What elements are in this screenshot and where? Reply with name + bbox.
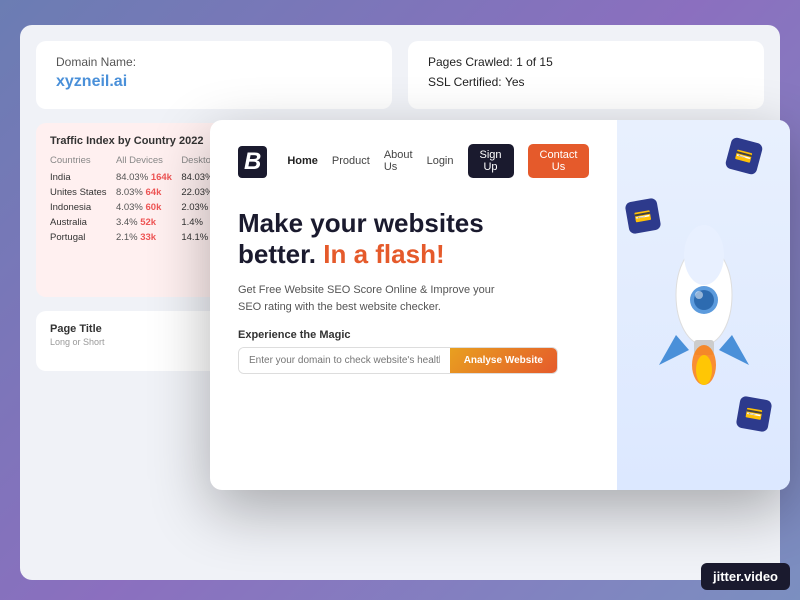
watermark: jitter.video <box>701 563 790 590</box>
ssl-value: Yes <box>505 75 525 89</box>
traffic-table-row: Indonesia 4.03% 60k 2.03% <box>50 200 222 215</box>
brand-logo: B <box>238 144 267 178</box>
traffic-country: Australia <box>50 215 116 230</box>
search-bar: Analyse Website <box>238 347 558 374</box>
modal-right-panel: 💳 💳 💳 <box>617 120 790 490</box>
traffic-table-row: India 84.03% 164k 84.03% <box>50 170 222 185</box>
traffic-all-devices: 2.1% 33k <box>116 230 181 245</box>
modal-overlay: B Home Product About Us Login Sign Up Co… <box>210 120 790 490</box>
nav-links: Home Product About Us Login Sign Up Cont… <box>287 144 589 178</box>
traffic-country: India <box>50 170 116 185</box>
traffic-all-devices: 3.4% 52k <box>116 215 181 230</box>
traffic-table-row: Australia 3.4% 52k 1.4% <box>50 215 222 230</box>
floating-icon-2: 💳 <box>625 197 662 234</box>
domain-info-card: Domain Name: xyzneil.ai <box>36 41 392 109</box>
nav-about[interactable]: About Us <box>384 149 413 173</box>
modal-description: Get Free Website SEO Score Online & Impr… <box>238 282 518 315</box>
modal-hero: Make your websites better. In a flash! <box>238 208 589 270</box>
pages-crawled-row: Pages Crawled: 1 of 15 <box>428 55 744 69</box>
traffic-table: Countries All Devices Desktop India 84.0… <box>50 155 222 245</box>
domain-value[interactable]: xyzneil.ai <box>56 73 127 90</box>
pages-crawled-value: 1 of 15 <box>516 55 553 69</box>
crawl-info-card: Pages Crawled: 1 of 15 SSL Certified: Ye… <box>408 41 764 109</box>
rocket-illustration <box>639 205 769 405</box>
traffic-all-devices: 84.03% 164k <box>116 170 181 185</box>
traffic-all-devices: 4.03% 60k <box>116 200 181 215</box>
traffic-all-devices: 8.03% 64k <box>116 185 181 200</box>
nav-home[interactable]: Home <box>287 155 318 167</box>
ssl-row: SSL Certified: Yes <box>428 75 744 89</box>
floating-icon-1: 💳 <box>724 136 763 175</box>
domain-label: Domain Name: <box>56 55 372 69</box>
traffic-table-row: Portugal 2.1% 33k 14.1% <box>50 230 222 245</box>
ssl-label: SSL Certified: <box>428 75 502 89</box>
traffic-index-card: Traffic Index by Country 2022 Countries … <box>36 123 236 297</box>
hero-highlight: In a flash! <box>316 239 445 269</box>
nav-login[interactable]: Login <box>427 155 454 167</box>
traffic-country: Portugal <box>50 230 116 245</box>
traffic-country: Unites States <box>50 185 116 200</box>
brand-letter: B <box>238 146 267 178</box>
experience-label: Experience the Magic <box>238 329 589 341</box>
watermark-text: jitter.video <box>713 569 778 584</box>
nav-contact-button[interactable]: Contact Us <box>528 144 590 178</box>
domain-input[interactable] <box>239 348 450 373</box>
hero-line1: Make your websites better. In a flash! <box>238 208 589 270</box>
hero-line2: better. <box>238 239 316 269</box>
col-all-devices: All Devices <box>116 155 181 170</box>
pages-crawled-label: Pages Crawled: <box>428 55 513 69</box>
nav-signup-button[interactable]: Sign Up <box>468 144 514 178</box>
dashboard-top-row: Domain Name: xyzneil.ai Pages Crawled: 1… <box>36 41 764 109</box>
traffic-country: Indonesia <box>50 200 116 215</box>
nav-product[interactable]: Product <box>332 155 370 167</box>
col-countries: Countries <box>50 155 116 170</box>
traffic-table-row: Unites States 8.03% 64k 22.03% <box>50 185 222 200</box>
modal-nav: B Home Product About Us Login Sign Up Co… <box>238 144 589 178</box>
floating-icon-3: 💳 <box>735 395 772 432</box>
traffic-title: Traffic Index by Country 2022 <box>50 135 222 147</box>
analyse-button[interactable]: Analyse Website <box>450 348 557 373</box>
modal-left-panel: B Home Product About Us Login Sign Up Co… <box>210 120 617 490</box>
